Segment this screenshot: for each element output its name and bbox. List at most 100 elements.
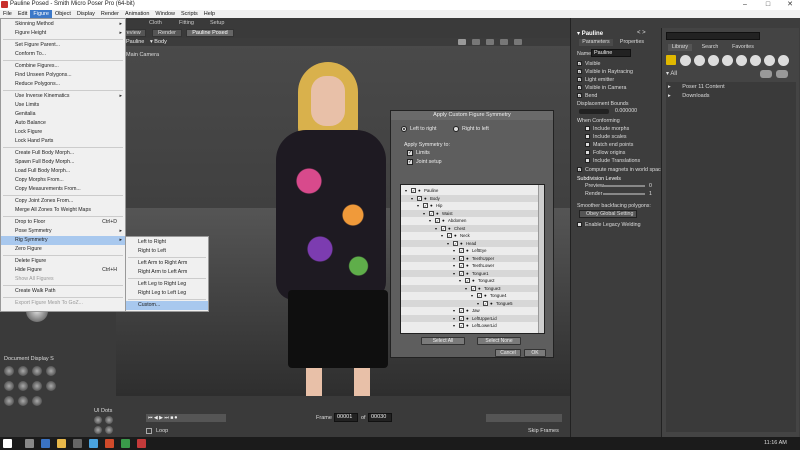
menu-item-copy-morphs-from[interactable]: Copy Morphs From... [1, 176, 125, 185]
tree-row[interactable]: ▾ ✓ ● LeftLowerLid [401, 322, 538, 329]
tree-checkbox[interactable]: ✓ [477, 293, 482, 298]
include-scales-checkbox[interactable] [585, 134, 590, 139]
ok-button[interactable]: OK [524, 349, 546, 357]
menu-item-create-walk-path[interactable]: Create Walk Path [1, 287, 125, 296]
menu-animation[interactable]: Animation [122, 10, 152, 18]
app-icon[interactable] [121, 439, 130, 448]
tab-search[interactable]: Search [698, 44, 722, 51]
hair-category-icon[interactable] [708, 55, 719, 66]
menu-item-export-figure-mesh-to-goz[interactable]: Export Figure Mesh To GoZ... [1, 299, 125, 308]
menu-object[interactable]: Object [52, 10, 74, 18]
include-translations-checkbox[interactable] [585, 158, 590, 163]
bend-checkbox[interactable]: ✓ [577, 93, 582, 98]
tree-checkbox[interactable]: ✓ [459, 323, 464, 328]
tree-expand-icon[interactable]: ▾ [459, 277, 461, 284]
camera-icon[interactable] [458, 39, 466, 45]
tree-row[interactable]: ▾ ✓ ● Waist [401, 209, 538, 217]
menu-item-use-limits[interactable]: Use Limits [1, 101, 125, 110]
tree-expand-icon[interactable]: ▾ [417, 202, 419, 209]
tree-row[interactable]: ▾ ✓ ● Tongue1 [401, 269, 538, 277]
tree-row[interactable]: ▾ ✓ ● Tongue2 [401, 277, 538, 284]
menu-item-set-figure-parent[interactable]: Set Figure Parent... [1, 41, 125, 50]
menu-display[interactable]: Display [74, 10, 98, 18]
visible-raytracing-checkbox[interactable]: ✓ [577, 69, 582, 74]
include-morphs-checkbox[interactable] [585, 126, 590, 131]
figures-category-icon[interactable] [666, 55, 676, 65]
light-icon[interactable] [486, 39, 494, 45]
outline-style-button[interactable] [18, 366, 28, 376]
cameras-category-icon[interactable] [764, 55, 775, 66]
menu-item-reduce-polygons[interactable]: Reduce Polygons... [1, 80, 125, 89]
tree-checkbox[interactable]: ✓ [459, 263, 464, 268]
tree-row[interactable]: ▾ ✓ ● Tongue3 [401, 284, 538, 292]
smooth-lined-style-button[interactable] [32, 396, 42, 406]
tree-row[interactable]: ▾ ✓ ● Neck [401, 232, 538, 239]
tree-expand-icon[interactable]: ▾ [411, 195, 413, 202]
tree-row[interactable]: ▾ ✓ ● Body [401, 194, 538, 202]
library-all-dropdown[interactable]: ▾ All [666, 70, 677, 77]
select-all-button[interactable]: Select All [421, 337, 465, 345]
cartoon-style-button[interactable] [46, 381, 56, 391]
wireframe-style-button[interactable] [32, 366, 42, 376]
tree-checkbox[interactable]: ✓ [465, 278, 470, 283]
menu-item-rig-symmetry[interactable]: Rig Symmetry ▸ [1, 236, 125, 245]
room-tab-fitting[interactable]: Fitting [179, 20, 194, 26]
right-to-left-radio[interactable] [453, 126, 459, 132]
tree-row[interactable]: ▾ ✓ ● LeftUpperLid [401, 314, 538, 322]
menu-scripts[interactable]: Scripts [178, 10, 201, 18]
hands-category-icon[interactable] [722, 55, 733, 66]
menu-item-zero-figure[interactable]: Zero Figure [1, 245, 125, 254]
edge-browser-icon[interactable] [41, 439, 50, 448]
close-button[interactable]: ✕ [780, 0, 800, 10]
menu-window[interactable]: Window [152, 10, 178, 18]
tree-expand-icon[interactable]: ▾ [465, 285, 467, 292]
poser-taskbar-icon[interactable] [137, 439, 146, 448]
menu-item-drop-to-floor[interactable]: Drop to Floor Ctrl+D [1, 218, 125, 227]
cancel-button[interactable]: Cancel [495, 349, 521, 357]
menu-item-load-full-body-morph[interactable]: Load Full Body Morph... [1, 167, 125, 176]
search-icon[interactable] [25, 439, 34, 448]
tab-parameters[interactable]: Parameters [579, 39, 613, 46]
tree-expand-icon[interactable]: ▾ [471, 292, 473, 299]
tree-expand-icon[interactable]: ▾ [453, 322, 455, 329]
submenu-item-left-to-right[interactable]: Left to Right [126, 238, 208, 247]
menu-item-genitalia[interactable]: Genitalia [1, 110, 125, 119]
menu-item-hide-figure[interactable]: Hide Figure Ctrl+H [1, 266, 125, 275]
tree-checkbox[interactable]: ✓ [459, 270, 464, 276]
menu-item-find-unseen-polygons[interactable]: Find Unseen Polygons... [1, 71, 125, 80]
joint-setup-checkbox[interactable]: ✓ [407, 159, 413, 165]
tree-checkbox[interactable]: ✓ [447, 233, 452, 238]
expressions-category-icon[interactable] [694, 55, 705, 66]
tree-expand-icon[interactable]: ▾ [447, 240, 449, 247]
light-emitter-checkbox[interactable]: ✓ [577, 77, 582, 82]
submenu-item-left-arm-to-right-arm[interactable]: Left Arm to Right Arm [126, 259, 208, 268]
tree-checkbox[interactable]: ✓ [453, 240, 458, 246]
tree-checkbox[interactable]: ✓ [429, 210, 434, 216]
tree-expand-icon[interactable]: ▾ [453, 307, 455, 314]
compute-magnets-checkbox[interactable]: ✓ [577, 167, 582, 172]
keyframe-controls[interactable] [486, 414, 562, 422]
play-buttons[interactable]: ⏮ ◀ ▶ ⏭ ■ ⏺ [148, 415, 177, 421]
submenu-item-right-leg-to-left-leg[interactable]: Right Leg to Left Leg [126, 289, 208, 298]
tree-checkbox[interactable]: ✓ [411, 188, 416, 193]
library-options-icon[interactable] [776, 70, 788, 78]
mail-icon[interactable] [89, 439, 98, 448]
menu-item-copy-measurements-from[interactable]: Copy Measurements From... [1, 185, 125, 194]
tree-expand-icon[interactable]: ▾ [453, 270, 455, 277]
tree-row[interactable]: ▾ ✓ ● Jaw [401, 307, 538, 314]
tree-checkbox[interactable]: ✓ [483, 300, 488, 306]
tab-render[interactable]: Render [152, 29, 182, 37]
tree-row[interactable]: ▾ ✓ ● Hip [401, 202, 538, 209]
room-tab-setup[interactable]: Setup [210, 20, 224, 26]
display-style-icon[interactable] [500, 39, 508, 45]
tree-row[interactable]: ▾ ✓ ● Pauline [401, 187, 538, 194]
menu-item-merge-all-zones-to-weight-maps[interactable]: Merge All Zones To Weight Maps [1, 206, 125, 215]
library-folder-poser11[interactable]: ▸ Poser 11 Content [668, 84, 725, 90]
follow-origins-checkbox[interactable] [585, 150, 590, 155]
part-selector[interactable]: ▾ Body [150, 39, 167, 45]
tree-checkbox[interactable]: ✓ [459, 315, 464, 321]
ui-dot[interactable] [94, 416, 102, 424]
file-explorer-icon[interactable] [57, 439, 66, 448]
select-none-button[interactable]: Select None [477, 337, 521, 345]
tree-expand-icon[interactable]: ▾ [429, 217, 431, 224]
